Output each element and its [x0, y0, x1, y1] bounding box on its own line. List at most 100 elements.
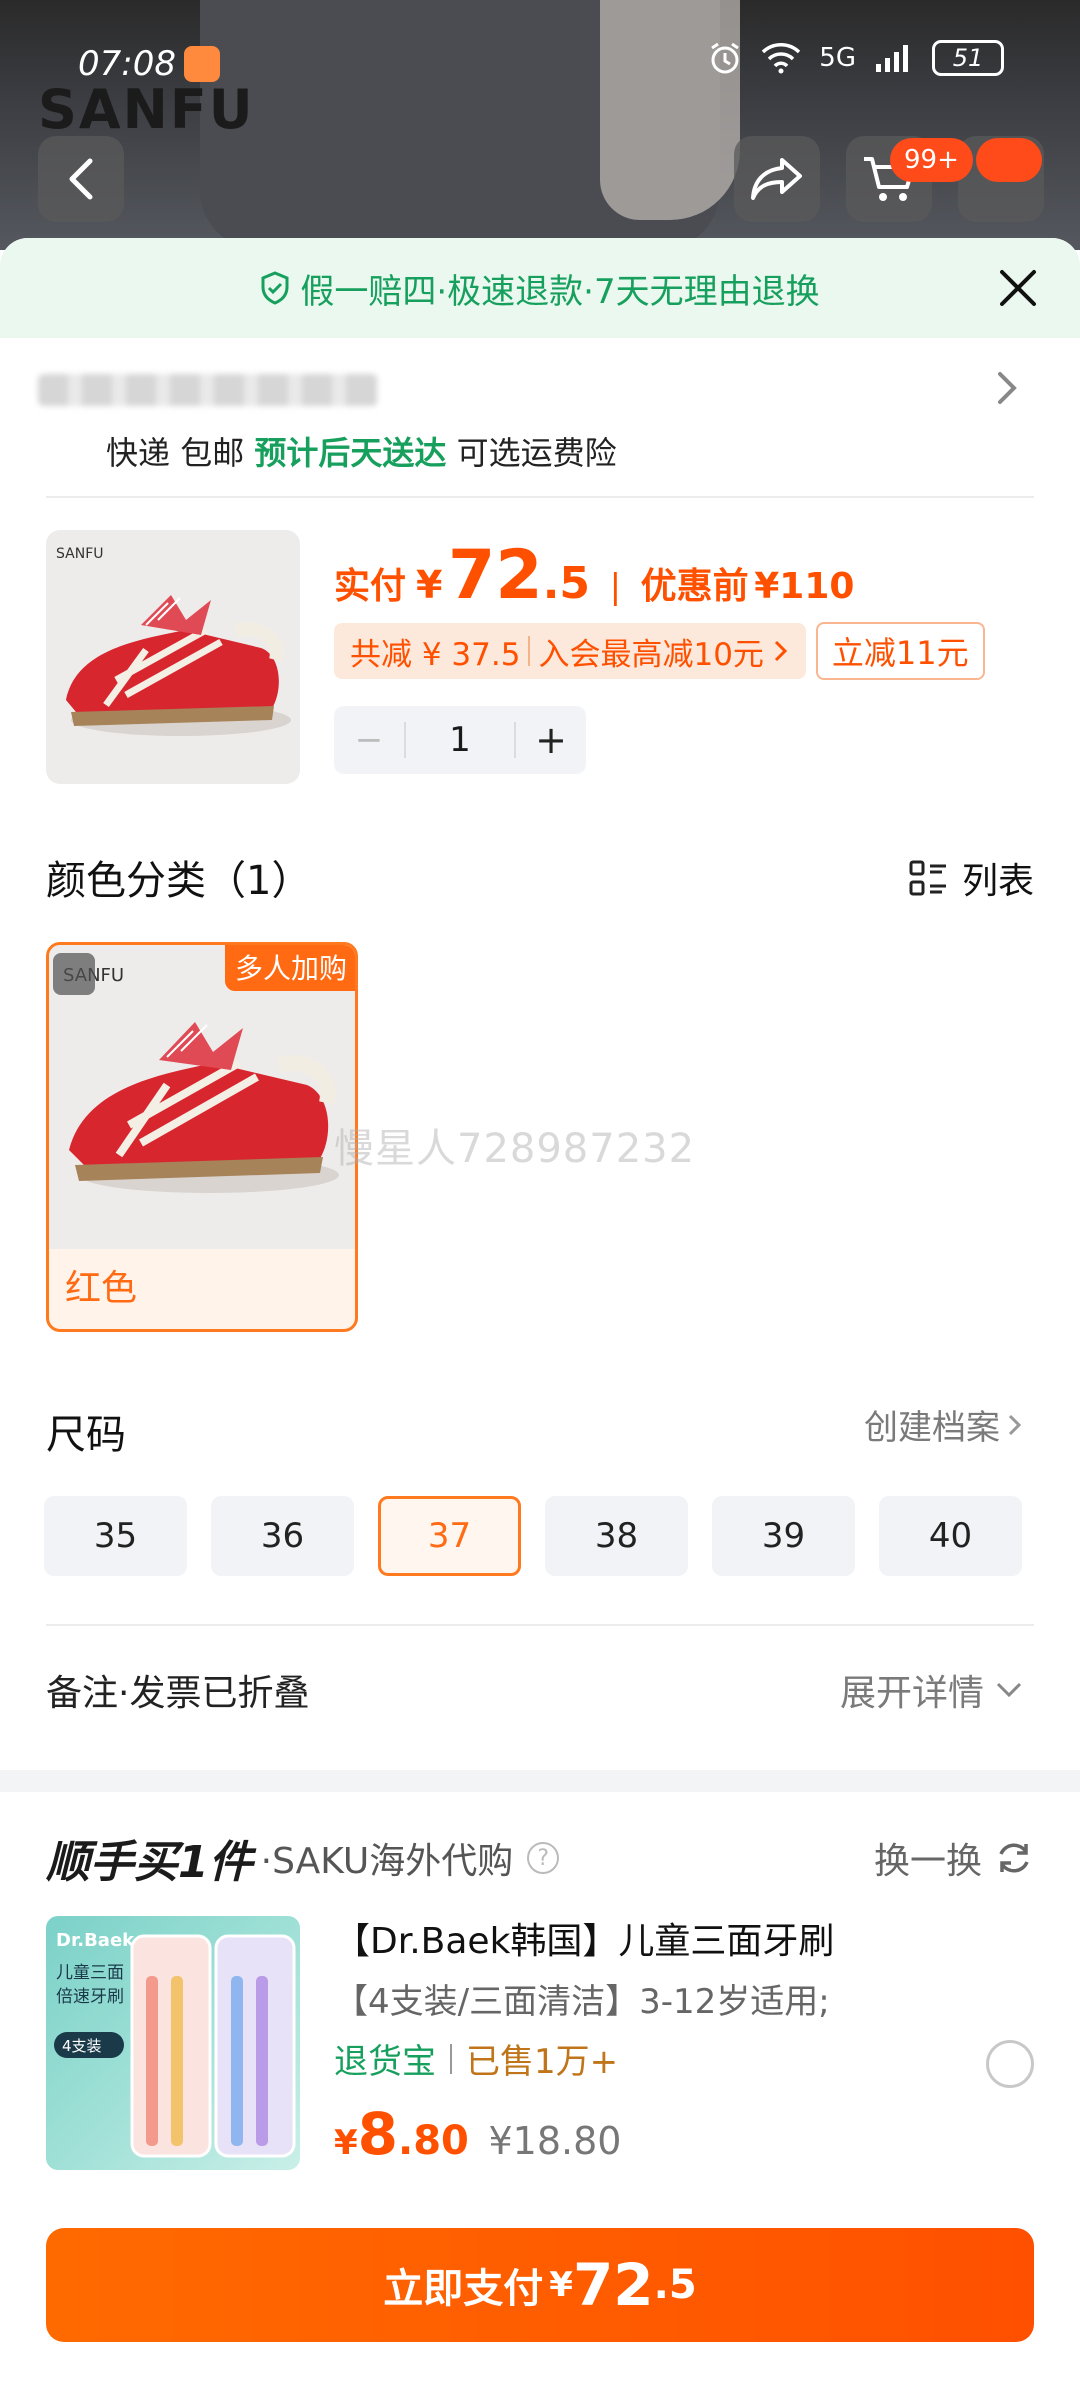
share-icon [751, 158, 802, 200]
thumb-brand: Dr.Baek [56, 1930, 135, 1951]
expand-details-button[interactable]: 展开详情 [840, 1664, 1024, 1716]
popular-tag: 多人加购 [224, 945, 355, 991]
expand-details-label: 展开详情 [839, 1673, 984, 1714]
price-decimal: .5 [542, 558, 591, 609]
size-options: 35 36 37 38 39 40 [44, 1496, 1022, 1576]
price-separator: | [609, 567, 622, 607]
pay-now-button[interactable]: 立即支付 ¥ 72.5 [46, 2228, 1034, 2342]
add-on-description: 【4支装/三面清洁】3-12岁适用; [334, 1982, 830, 2022]
create-profile-link[interactable]: 创建档案 [864, 1400, 1024, 1449]
add-on-thumbnail[interactable]: Dr.Baek 儿童三面 倍速牙刷 4支装 [46, 1916, 300, 2170]
thumb-logo: SANFU [56, 546, 104, 562]
guarantee-text: 假一赔四·极速退款·7天无理由退换 [300, 271, 820, 312]
size-option[interactable]: 36 [211, 1496, 354, 1576]
original-label: 优惠前 [640, 566, 749, 607]
discount-total: 共减 ¥ 37.5 [350, 636, 521, 673]
thumb-line2: 倍速牙刷 [56, 1987, 124, 2007]
currency: ¥ [334, 2123, 358, 2163]
divider [450, 2043, 452, 2074]
color-section-title: 颜色分类（1） [46, 858, 312, 904]
battery-indicator: 51 [932, 40, 1004, 76]
sold-count-tag: 已售1万+ [466, 2042, 619, 2082]
member-discount: 入会最高减10元 [538, 636, 764, 673]
watermark: 慢星人728987232 [334, 1126, 696, 1172]
chevron-down-icon [996, 1682, 1022, 1698]
pay-now-label: 立即支付 [383, 2266, 544, 2312]
chevron-right-icon [774, 640, 788, 662]
size-option-selected[interactable]: 37 [378, 1496, 521, 1576]
cart-count-badge: 99+ [890, 138, 973, 182]
add-on-store: ·SAKU海外代购 [260, 1841, 514, 1882]
thumb-count: 4支装 [62, 2037, 102, 2055]
alarm-icon [711, 42, 740, 74]
divider [46, 496, 1034, 498]
size-option[interactable]: 40 [879, 1496, 1022, 1576]
pay-price-decimal: .5 [653, 2262, 697, 2308]
paid-label: 实付 [334, 566, 407, 607]
swap-button[interactable]: 换一换 [874, 1832, 1034, 1884]
add-on-original-price: ¥18.80 [488, 2119, 622, 2163]
section-separator [0, 1770, 1080, 1792]
product-thumbnail[interactable]: SANFU [46, 530, 300, 784]
shipping-text: 包邮 [180, 434, 245, 472]
color-option-red[interactable]: SANFU 多人加购 红色 [46, 942, 358, 1332]
view-toggle-button[interactable]: 列表 [908, 852, 1034, 904]
delivery-info: 快递 包邮 预计后天送达 可选运费险 [106, 428, 617, 474]
price-line: 实付 ¥ 72.5 | 优惠前 ¥110 [334, 536, 854, 615]
thumb-line1: 儿童三面 [56, 1963, 124, 1983]
signal-icon [876, 45, 908, 72]
price-decimal: .80 [398, 2118, 469, 2164]
divider [528, 636, 531, 666]
view-toggle-label: 列表 [961, 861, 1034, 902]
add-on-brand: 顺手买1件 [46, 1837, 253, 1888]
discount-detail-pill[interactable]: 共减 ¥ 37.5 入会最高减10元 [334, 623, 806, 679]
guarantee-banner: 假一赔四·极速退款·7天无理由退换 [0, 238, 1080, 338]
increase-button[interactable]: + [516, 718, 586, 762]
currency: ¥ [416, 563, 443, 607]
wifi-icon [762, 43, 801, 74]
size-option[interactable]: 35 [44, 1496, 187, 1576]
size-option[interactable]: 38 [545, 1496, 688, 1576]
color-option-label: 红色 [65, 1268, 138, 1309]
help-icon[interactable]: ? [527, 1842, 560, 1874]
decrease-button[interactable]: − [334, 720, 404, 760]
coupon-badge[interactable]: 立减11元 [815, 622, 985, 680]
quantity-stepper: − 1 + [334, 706, 586, 774]
quantity-value[interactable]: 1 [404, 722, 516, 758]
list-view-icon [909, 860, 946, 896]
eta-text: 预计后天送达 [254, 434, 447, 472]
original-price: ¥110 [754, 566, 855, 607]
create-profile-label: 创建档案 [864, 1408, 1000, 1448]
back-button[interactable] [38, 136, 124, 222]
sneaker-image: SANFU [56, 546, 291, 736]
expand-image-icon[interactable] [53, 953, 95, 995]
size-section-title: 尺码 [46, 1412, 126, 1458]
price-integer: 72 [448, 536, 543, 615]
add-on-select-radio[interactable] [986, 2040, 1034, 2088]
network-label: 5G [819, 43, 856, 73]
app-notification-icon [184, 46, 220, 82]
chevron-left-icon [69, 158, 93, 200]
pay-price-integer: 72 [572, 2251, 654, 2319]
chevron-right-icon [1008, 1414, 1022, 1435]
add-on-tags: 退货宝 已售1万+ [334, 2034, 618, 2083]
divider [46, 1624, 1034, 1626]
shield-check-icon [261, 271, 289, 305]
close-icon[interactable] [996, 266, 1040, 310]
notification-badge [976, 138, 1042, 182]
return-guarantee-tag: 退货宝 [334, 2042, 436, 2082]
add-on-price: ¥8.80 ¥18.80 [334, 2100, 621, 2168]
status-time: 07:08 [78, 44, 176, 84]
refresh-icon [999, 1843, 1029, 1873]
toothbrush-image: Dr.Baek 儿童三面 倍速牙刷 4支装 [54, 1930, 296, 2158]
discount-row: 共减 ¥ 37.5 入会最高减10元 立减11元 [334, 622, 985, 680]
remark-invoice-label: 备注·发票已折叠 [46, 1673, 310, 1714]
currency: ¥ [549, 2265, 573, 2305]
add-on-title[interactable]: 【Dr.Baek韩国】儿童三面牙刷 [334, 1912, 834, 1964]
share-button[interactable] [734, 136, 820, 222]
price-integer: 8 [357, 2100, 399, 2168]
courier-text: 快递 [106, 434, 171, 472]
status-icons: 5G 51 [707, 40, 1004, 76]
size-option[interactable]: 39 [712, 1496, 855, 1576]
address-redacted [38, 374, 378, 406]
